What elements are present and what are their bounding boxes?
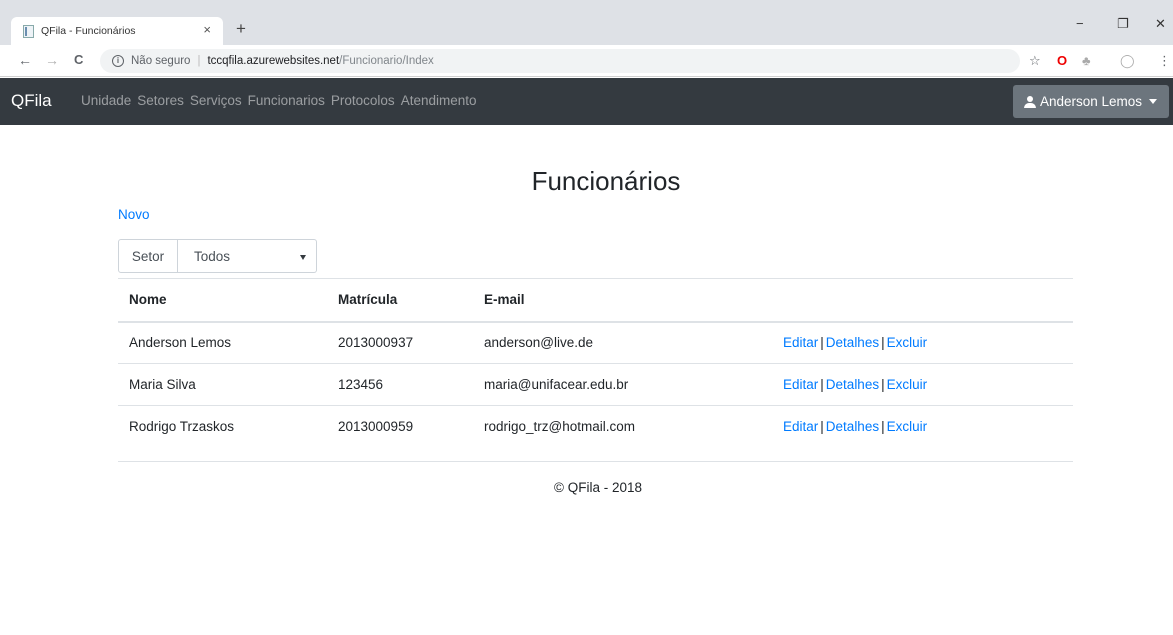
cell-actions: Editar | Detalhes | Excluir bbox=[772, 322, 1073, 364]
reload-icon[interactable]: C bbox=[74, 52, 83, 68]
action-separator: | bbox=[881, 335, 885, 351]
delete-link[interactable]: Excluir bbox=[887, 419, 928, 434]
table-row: Anderson Lemos 2013000937 anderson@live.… bbox=[118, 322, 1073, 364]
tab-close-icon[interactable]: × bbox=[203, 22, 211, 37]
table-header-row: Nome Matrícula E-mail bbox=[118, 278, 1073, 323]
new-employee-link[interactable]: Novo bbox=[118, 207, 150, 222]
nav-links: Unidade Setores Serviços Funcionarios Pr… bbox=[81, 93, 477, 108]
sector-select-value: Todos bbox=[194, 248, 231, 264]
caret-down-icon bbox=[1149, 99, 1158, 104]
tab-strip: QFila - Funcionários × + − ❐ ✕ bbox=[0, 0, 1173, 45]
app-navbar: QFila Unidade Setores Serviços Funcionar… bbox=[0, 78, 1173, 125]
brand-logo[interactable]: QFila bbox=[11, 91, 52, 111]
sector-select[interactable]: Todos bbox=[178, 239, 317, 273]
table-row: Rodrigo Trzaskos 2013000959 rodrigo_trz@… bbox=[118, 405, 1073, 448]
browser-tab[interactable]: QFila - Funcionários × bbox=[11, 17, 223, 45]
select-caret-icon bbox=[300, 255, 306, 260]
user-dropdown-button[interactable]: Anderson Lemos bbox=[1013, 85, 1169, 118]
details-link[interactable]: Detalhes bbox=[826, 335, 879, 350]
address-bar[interactable]: i Não seguro | tccqfila.azurewebsites.ne… bbox=[100, 49, 1020, 73]
action-separator: | bbox=[820, 335, 824, 351]
nav-link-funcionarios[interactable]: Funcionarios bbox=[248, 93, 325, 108]
new-tab-icon[interactable]: + bbox=[236, 20, 246, 37]
forward-icon[interactable]: → bbox=[45, 52, 59, 68]
footer-divider bbox=[118, 461, 1073, 462]
profile-icon[interactable]: ◯ bbox=[1120, 53, 1135, 68]
action-separator: | bbox=[820, 377, 824, 392]
cell-matricula: 2013000937 bbox=[338, 335, 414, 351]
action-separator: | bbox=[820, 419, 824, 435]
url-path: /Funcionario/Index bbox=[339, 55, 434, 67]
security-status: Não seguro bbox=[131, 55, 191, 67]
action-separator: | bbox=[881, 377, 885, 392]
address-separator: | bbox=[197, 55, 201, 67]
nav-link-servicos[interactable]: Serviços bbox=[190, 93, 242, 108]
cell-nome: Rodrigo Trzaskos bbox=[118, 405, 327, 448]
page-favicon-icon bbox=[23, 24, 34, 38]
browser-window: QFila - Funcionários × + − ❐ ✕ ← → C i N… bbox=[0, 0, 1173, 635]
nav-link-protocolos[interactable]: Protocolos bbox=[331, 93, 395, 108]
browser-toolbar: ← → C i Não seguro | tccqfila.azurewebsi… bbox=[0, 45, 1173, 77]
delete-link[interactable]: Excluir bbox=[887, 377, 928, 392]
nav-link-setores[interactable]: Setores bbox=[137, 93, 184, 108]
sector-filter: Setor Todos bbox=[118, 239, 317, 273]
header-matricula: Matrícula bbox=[327, 278, 473, 323]
cell-matricula: 2013000959 bbox=[327, 405, 473, 448]
header-actions bbox=[772, 278, 1073, 323]
header-nome: Nome bbox=[118, 278, 327, 323]
info-icon[interactable]: i bbox=[112, 55, 124, 67]
close-window-icon[interactable]: ✕ bbox=[1155, 17, 1166, 30]
back-icon[interactable]: ← bbox=[18, 52, 32, 68]
cell-actions: Editar | Detalhes | Excluir bbox=[772, 363, 1073, 406]
tab-title: QFila - Funcionários bbox=[41, 25, 136, 37]
user-icon bbox=[1024, 95, 1037, 108]
page-title: Funcionários bbox=[531, 166, 681, 196]
cell-actions: Editar | Detalhes | Excluir bbox=[772, 405, 1073, 448]
browser-menu-icon[interactable]: ⋮ bbox=[1158, 53, 1171, 68]
edit-link[interactable]: Editar bbox=[783, 419, 818, 434]
cell-email: rodrigo_trz@hotmail.com bbox=[473, 405, 772, 448]
cell-nome: Maria Silva bbox=[118, 363, 327, 406]
footer-copyright: © QFila - 2018 bbox=[554, 480, 642, 495]
sector-filter-label: Setor bbox=[118, 239, 178, 273]
opera-extension-icon[interactable]: O bbox=[1057, 53, 1067, 68]
url-host: tccqfila.azurewebsites.net bbox=[207, 55, 340, 67]
nav-link-unidade[interactable]: Unidade bbox=[81, 93, 131, 108]
details-link[interactable]: Detalhes bbox=[826, 377, 879, 392]
table-row: Maria Silva 123456 maria@unifacear.edu.b… bbox=[118, 363, 1073, 406]
cell-matricula: 123456 bbox=[327, 363, 473, 406]
edit-link[interactable]: Editar bbox=[783, 377, 818, 392]
minimize-icon[interactable]: − bbox=[1076, 17, 1084, 30]
employees-table: Nome Matrícula E-mail Anderson Lemos 201… bbox=[118, 278, 1073, 448]
header-email: E-mail bbox=[473, 278, 772, 323]
restore-icon[interactable]: ❐ bbox=[1117, 17, 1129, 30]
user-name: Anderson Lemos bbox=[1040, 94, 1143, 109]
action-separator: | bbox=[881, 419, 885, 435]
cell-email: maria@unifacear.edu.br bbox=[473, 363, 772, 406]
delete-link[interactable]: Excluir bbox=[887, 335, 928, 350]
cell-nome: Anderson Lemos bbox=[129, 335, 232, 351]
extension-icon[interactable]: ♣ bbox=[1082, 53, 1091, 68]
bookmark-star-icon[interactable]: ☆ bbox=[1029, 53, 1041, 68]
details-link[interactable]: Detalhes bbox=[826, 419, 879, 434]
nav-link-atendimento[interactable]: Atendimento bbox=[401, 93, 477, 108]
cell-email: anderson@live.de bbox=[484, 335, 594, 351]
edit-link[interactable]: Editar bbox=[783, 335, 818, 350]
